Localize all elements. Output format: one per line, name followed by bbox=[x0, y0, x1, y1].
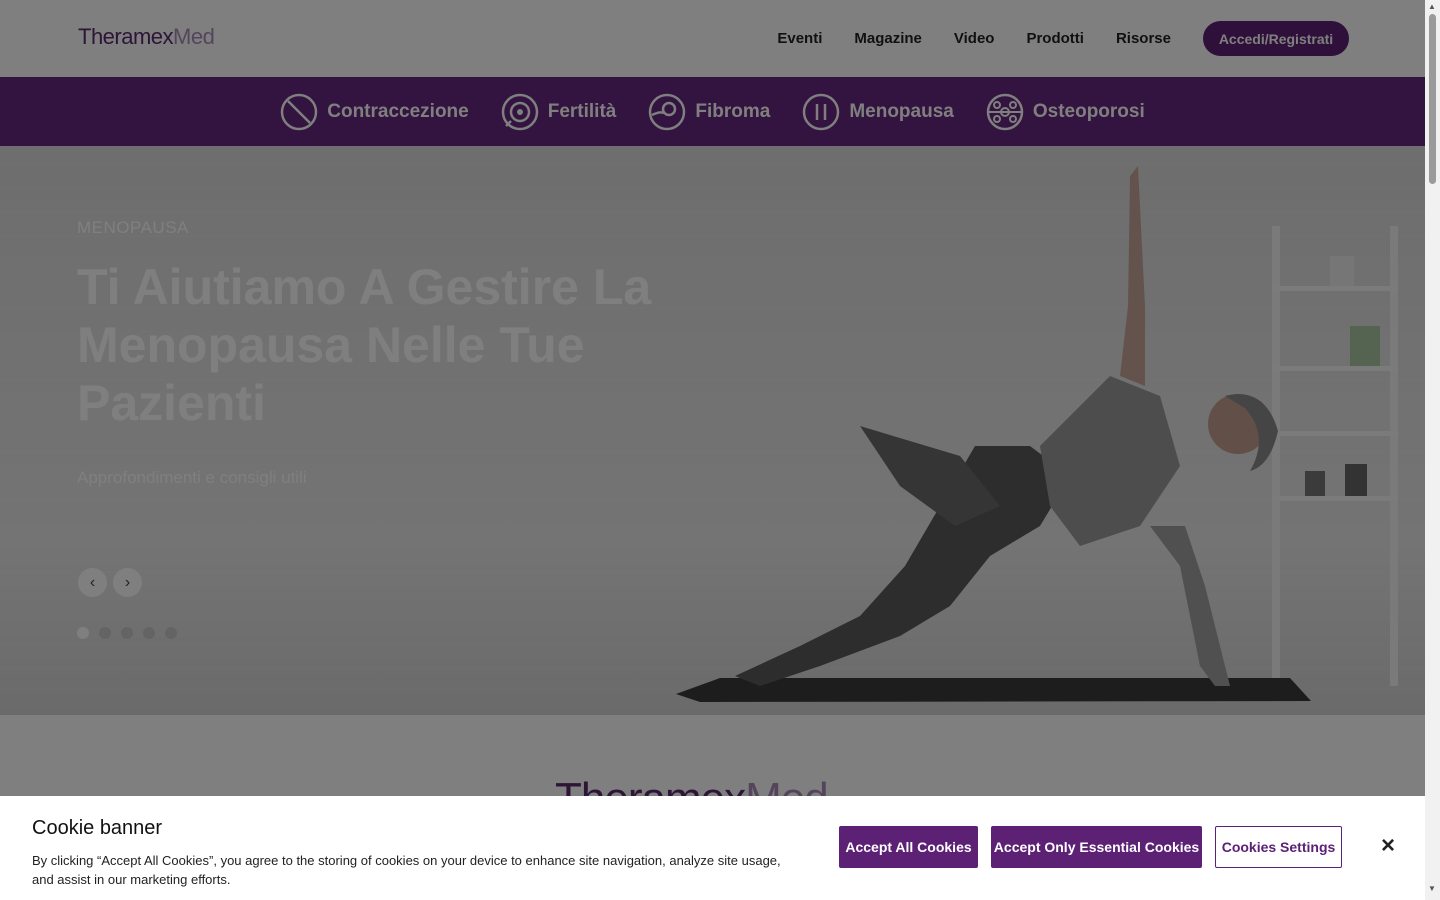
cookies-settings-button[interactable]: Cookies Settings bbox=[1215, 826, 1342, 868]
cookie-banner-text: By clicking “Accept All Cookies”, you ag… bbox=[32, 853, 781, 887]
modal-overlay bbox=[0, 0, 1425, 900]
accept-essential-cookies-button[interactable]: Accept Only Essential Cookies bbox=[991, 826, 1202, 868]
scroll-up-icon[interactable]: ▲ bbox=[1428, 2, 1436, 11]
cookie-banner-title: Cookie banner bbox=[32, 817, 163, 839]
page-scrollbar[interactable]: ▲ ▼ bbox=[1425, 0, 1440, 900]
accept-all-cookies-button[interactable]: Accept All Cookies bbox=[839, 826, 978, 868]
page: TheramexMed Eventi Magazine Video Prodot… bbox=[0, 0, 1425, 900]
close-icon[interactable]: × bbox=[1381, 832, 1395, 860]
scroll-down-icon[interactable]: ▼ bbox=[1428, 884, 1436, 893]
cookie-banner: Cookie banner By clicking “Accept All Co… bbox=[0, 796, 1425, 900]
scroll-thumb[interactable] bbox=[1429, 14, 1436, 184]
